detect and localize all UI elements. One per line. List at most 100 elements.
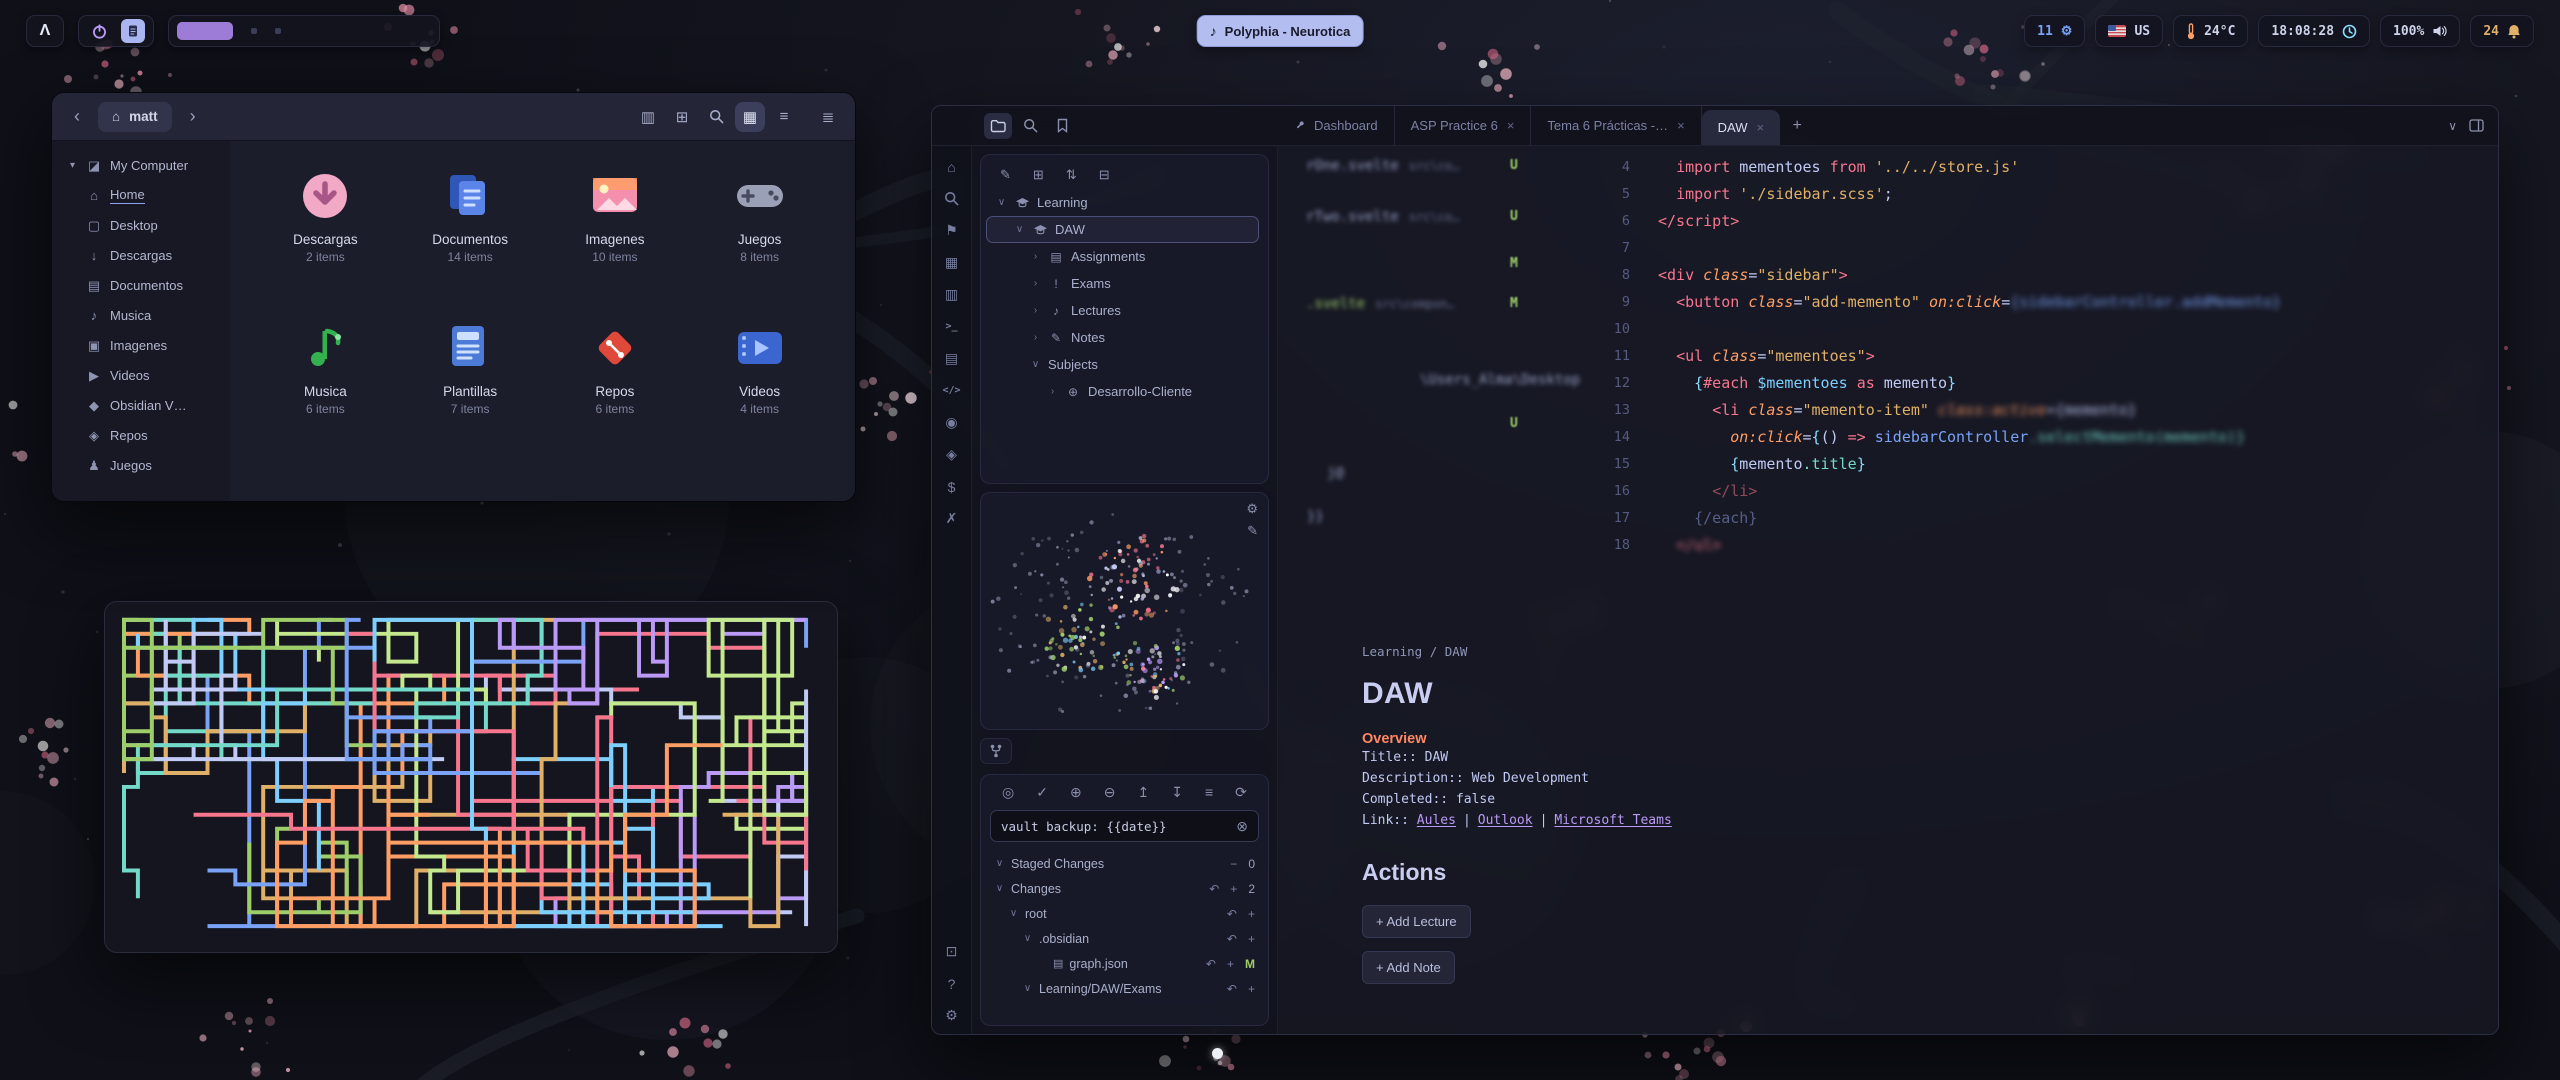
git-row-changes[interactable]: ∨Changes↶+2 [990,876,1259,901]
files-panel-icon[interactable] [984,113,1012,139]
notes-app-button[interactable] [121,19,145,43]
tab-list-icon[interactable]: ∨ [2448,119,2457,133]
push-icon[interactable]: ↥ [1137,784,1149,801]
graph-dots[interactable] [981,493,1268,729]
row-action-icon[interactable]: + [1248,932,1255,946]
fm-sidebar-item-repos[interactable]: ◈Repos [59,421,223,450]
code-line[interactable]: 16 </li> [1574,478,2281,505]
tree-item-assignments[interactable]: ›▤Assignments [986,243,1263,270]
row-action-icon[interactable]: + [1227,957,1234,971]
notifications-module[interactable]: 24 [2470,15,2534,47]
commit-message-input[interactable] [1001,819,1230,834]
volume-module[interactable]: 100% [2380,15,2460,47]
fm-sidebar-item-my-computer[interactable]: ▾◪My Computer [59,151,223,180]
row-action-icon[interactable]: + [1248,907,1255,921]
toggle-right-sidebar-icon[interactable] [2469,119,2484,132]
fm-sidebar-item-imagenes[interactable]: ▣Imagenes [59,331,223,360]
row-action-icon[interactable]: + [1248,982,1255,996]
change-count[interactable]: 0 [1248,857,1255,871]
expander-icon[interactable]: › [1047,386,1058,397]
collapse-icon[interactable]: ⊟ [1099,167,1110,183]
code-line[interactable]: 18 </ul> [1574,532,2281,559]
power-button[interactable] [87,19,111,43]
change-list-icon[interactable]: ≡ [1205,784,1213,801]
fm-sidebar-item-obsidian-vault[interactable]: ◆Obsidian V… [59,391,223,420]
workspace-dot[interactable] [251,28,257,34]
keyboard-layout-module[interactable]: US [2095,15,2163,47]
graph-brush-icon[interactable]: ✎ [1247,523,1258,539]
pull-icon[interactable]: ↧ [1171,784,1183,801]
git-row--obsidian[interactable]: ∨.obsidian↶+ [990,926,1259,951]
clock-module[interactable]: 18:08:28 [2258,15,2370,47]
pipes-terminal-window[interactable] [104,601,838,953]
backup-icon[interactable]: ◎ [1002,784,1014,801]
search-icon[interactable] [701,102,731,132]
fm-sidebar-item-juegos[interactable]: ♟Juegos [59,451,223,480]
row-action-icon[interactable]: − [1230,857,1237,871]
code-line[interactable]: 4 import mementoes from '../../store.js' [1574,154,2281,181]
code-line[interactable]: 15 {memento.title} [1574,451,2281,478]
expander-icon[interactable]: › [1030,305,1041,316]
row-action-icon[interactable]: + [1230,882,1237,896]
tree-item-notes[interactable]: ›✎Notes [986,324,1263,351]
expander-icon[interactable]: ∨ [1022,983,1033,994]
tree-item-learning[interactable]: ∨Learning [986,189,1263,216]
new-note-icon[interactable]: ✎ [1000,167,1011,183]
active-workspace-indicator[interactable] [177,22,233,40]
folder-descargas[interactable]: Descargas2 items [258,157,393,309]
expander-icon[interactable]: ∨ [996,197,1007,208]
row-action-icon[interactable]: ↶ [1227,982,1237,996]
code-line[interactable]: 9 <button class="add-memento" on:click={… [1574,289,2281,316]
fm-sidebar-item-videos[interactable]: ▶Videos [59,361,223,390]
commit-icon[interactable]: ✓ [1036,784,1048,801]
settings-icon[interactable]: ⚙ [945,1007,958,1024]
media-player-module[interactable]: ♪ Polyphia - Neurotica [1197,15,1364,47]
folder-documentos[interactable]: Documentos14 items [403,157,538,309]
close-tab-icon[interactable]: × [1677,118,1685,133]
close-icon[interactable]: ✗ [946,510,958,527]
list-view-icon[interactable]: ≡ [769,102,799,132]
terminal-icon[interactable]: >_ [945,318,957,335]
row-action-icon[interactable]: ↶ [1206,957,1216,971]
close-tab-icon[interactable]: × [1507,118,1515,133]
row-action-icon[interactable]: ↶ [1227,932,1237,946]
canvas-icon[interactable]: ▦ [945,254,958,271]
git-row-root[interactable]: ∨root↶+ [990,901,1259,926]
code-line[interactable]: 12 {#each $mementoes as memento} [1574,370,2281,397]
code-line[interactable]: 6</script> [1574,208,2281,235]
tree-item-exams[interactable]: ›!Exams [986,270,1263,297]
sort-icon[interactable]: ⇅ [1066,167,1077,183]
clear-message-icon[interactable]: ⊗ [1236,818,1248,835]
expander-icon[interactable]: ∨ [994,858,1005,869]
forward-button[interactable]: › [180,102,206,132]
currency-icon[interactable]: $ [948,478,956,495]
tab-asp-practice-6[interactable]: ASP Practice 6 × [1395,106,1532,145]
tab-dashboard[interactable]: Dashboard [1278,106,1395,145]
tree-item-desarrollo-cliente[interactable]: ›⊕Desarrollo-Cliente [986,378,1263,405]
new-tab-icon[interactable]: ⊞ [667,102,697,132]
tree-item-lectures[interactable]: ›♪Lectures [986,297,1263,324]
reading-icon[interactable]: ▤ [945,350,958,367]
graph-settings-icon[interactable]: ⚙ [1246,501,1258,517]
change-count[interactable]: 2 [1248,882,1255,896]
breadcrumb[interactable]: ⌂ matt [98,102,172,132]
note-breadcrumb[interactable]: Learning / DAW [1362,644,2182,659]
refresh-icon[interactable]: ⟳ [1235,784,1247,801]
expander-icon[interactable]: › [1030,251,1041,262]
fm-sidebar-item-descargas[interactable]: ↓Descargas [59,241,223,270]
link-outlook[interactable]: Outlook [1478,813,1533,828]
grid-view-icon[interactable]: ▦ [735,102,765,132]
search-icon[interactable] [944,190,959,207]
code-line[interactable]: 7 [1574,235,2281,262]
vault-switch-icon[interactable]: ⊡ [946,943,958,960]
tab-daw[interactable]: DAW × [1702,110,1780,145]
new-tab-button[interactable]: + [1780,106,1814,145]
folder-videos[interactable]: Videos4 items [692,309,827,461]
add-note-button[interactable]: + Add Note [1362,951,1455,984]
daily-note-icon[interactable]: ▥ [945,286,958,303]
menu-icon[interactable]: ≣ [813,102,843,132]
code-editor[interactable]: 4 import mementoes from '../../store.js'… [1574,154,2281,559]
fm-sidebar-item-home[interactable]: ⌂Home [59,181,223,210]
expander-icon[interactable]: ∨ [1014,224,1025,235]
tree-item-subjects[interactable]: ∨Subjects [986,351,1263,378]
